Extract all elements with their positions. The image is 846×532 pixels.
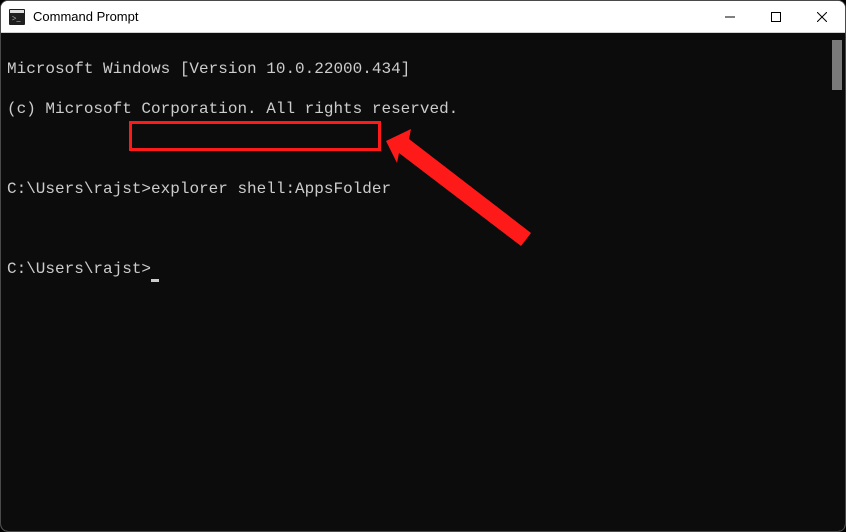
banner-line-1: Microsoft Windows [Version 10.0.22000.43… bbox=[7, 59, 845, 79]
prompt-prefix: C:\Users\rajst> bbox=[7, 260, 151, 278]
command-prompt-window: >_ Command Prompt Microsoft Windows [Ver… bbox=[0, 0, 846, 532]
blank-line bbox=[7, 219, 845, 239]
window-controls bbox=[707, 1, 845, 32]
titlebar[interactable]: >_ Command Prompt bbox=[1, 1, 845, 33]
scrollbar-thumb[interactable] bbox=[832, 40, 842, 90]
cmd-icon: >_ bbox=[9, 9, 25, 25]
prompt-line-1: C:\Users\rajst>explorer shell:AppsFolder bbox=[7, 179, 845, 199]
scrollbar[interactable] bbox=[830, 34, 844, 530]
svg-text:>_: >_ bbox=[12, 14, 22, 23]
cursor bbox=[151, 279, 159, 282]
blank-line bbox=[7, 139, 845, 159]
prompt-prefix: C:\Users\rajst> bbox=[7, 180, 151, 198]
window-title: Command Prompt bbox=[33, 9, 707, 24]
minimize-button[interactable] bbox=[707, 1, 753, 32]
entered-command: explorer shell:AppsFolder bbox=[151, 180, 391, 198]
terminal-output[interactable]: Microsoft Windows [Version 10.0.22000.43… bbox=[1, 33, 845, 531]
prompt-line-2: C:\Users\rajst> bbox=[7, 259, 845, 279]
close-button[interactable] bbox=[799, 1, 845, 32]
banner-line-2: (c) Microsoft Corporation. All rights re… bbox=[7, 99, 845, 119]
maximize-button[interactable] bbox=[753, 1, 799, 32]
